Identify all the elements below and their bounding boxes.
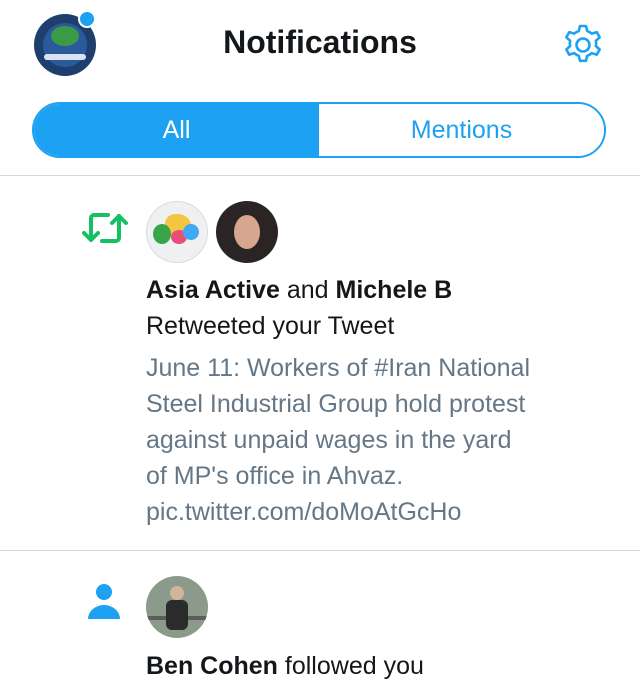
settings-button[interactable] (560, 22, 606, 68)
tab-all[interactable]: All (34, 104, 319, 156)
actor-connector: and (286, 276, 329, 304)
actor-name-link[interactable]: Asia Active (146, 276, 280, 304)
tweet-text-line: Steel Industrial Group hold protest (146, 390, 526, 418)
avatar-face-shape (234, 215, 260, 249)
follow-action-text: followed you (284, 652, 424, 680)
page-title: Notifications (223, 24, 417, 60)
person-icon (88, 584, 120, 619)
notification-action-text: Retweeted your Tweet (146, 312, 395, 340)
retweet-icon (82, 213, 128, 243)
notifications-tab-switcher: All Mentions (32, 102, 606, 158)
retweeted-tweet-text[interactable]: June 11: Workers of #Iran National Steel… (146, 350, 616, 530)
notification-follow[interactable]: Ben Cohen followed you (0, 551, 640, 697)
tab-mentions[interactable]: Mentions (319, 104, 604, 156)
avatar-ben-cohen[interactable] (146, 576, 208, 638)
actor-name-link[interactable]: Michele B (336, 276, 453, 304)
avatar-map-shape (183, 224, 199, 240)
tweet-text-line: against unpaid wages in the yard (146, 426, 512, 454)
notification-follow-text: Ben Cohen followed you (146, 648, 424, 684)
avatar-map-shape (153, 224, 171, 244)
gear-icon (565, 24, 601, 63)
tweet-text-line: of MP's office in Ahvaz. (146, 462, 404, 490)
tweet-text-line: June 11: Workers of #Iran National (146, 354, 530, 382)
avatar-asia-active[interactable] (146, 201, 208, 263)
tweet-link[interactable]: pic.twitter.com/doMoAtGcHo (146, 494, 616, 530)
avatar-head-shape (170, 586, 184, 600)
notification-actors: Asia Active and Michele B (146, 272, 452, 308)
avatar-body-shape (166, 600, 188, 630)
header: Notifications All Mentions (0, 0, 640, 176)
actor-name-link[interactable]: Ben Cohen (146, 652, 278, 680)
avatar-michele-b[interactable] (216, 201, 278, 263)
notification-retweet[interactable]: Asia Active and Michele B Retweeted your… (0, 176, 640, 551)
